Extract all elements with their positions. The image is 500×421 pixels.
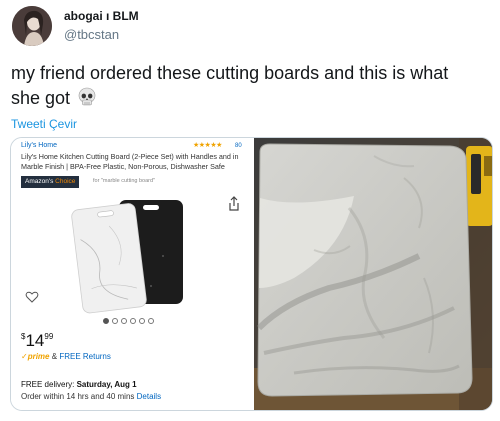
order-deadline: Order within 14 hrs and 40 mins Details <box>21 392 161 401</box>
carousel-dot[interactable] <box>130 318 136 324</box>
carousel-dot[interactable] <box>112 318 118 324</box>
received-board-photo[interactable] <box>254 138 492 410</box>
price-whole: 14 <box>25 331 45 350</box>
cutting-boards-image <box>71 200 183 314</box>
tweet-text: my friend ordered these cutting boards a… <box>11 61 481 114</box>
prime-amp: & <box>51 352 58 361</box>
delivery-prefix: FREE delivery: <box>21 380 75 389</box>
free-returns-link[interactable]: FREE Returns <box>59 352 111 361</box>
prime-logo: ✓prime <box>21 352 50 361</box>
profile-photo <box>12 6 52 46</box>
product-title: Lily's Home Kitchen Cutting Board (2-Pie… <box>21 152 239 171</box>
translate-tweet-link[interactable]: Tweeti Çevir <box>11 117 77 131</box>
amazon-listing-screenshot[interactable]: Lily's Home ★★★★★ 80 Lily's Home Kitchen… <box>11 138 253 410</box>
carousel-dot[interactable] <box>139 318 145 324</box>
order-text: Order within 14 hrs and 40 mins <box>21 392 135 401</box>
choice-for-text: for "marble cutting board" <box>93 178 155 184</box>
carousel-dot[interactable] <box>121 318 127 324</box>
rating-count: 80 <box>235 143 242 149</box>
avatar[interactable] <box>12 6 52 46</box>
rating-stars: ★★★★★ <box>193 142 222 149</box>
skull-emoji-icon <box>77 87 97 114</box>
yellow-tool <box>466 146 492 226</box>
product-price: $1499 <box>21 331 53 351</box>
choice-word: Choice <box>55 178 76 185</box>
carousel-dot[interactable] <box>103 318 109 324</box>
share-icon[interactable] <box>227 196 241 212</box>
prime-returns: ✓prime & FREE Returns <box>21 352 111 361</box>
amazons-choice-badge: Amazon's Choice <box>21 176 80 188</box>
white-marble-board <box>71 203 147 314</box>
delivery-date: Saturday, Aug 1 <box>76 380 137 389</box>
heart-icon[interactable] <box>25 290 39 304</box>
real-cutting-board-photo <box>254 138 492 410</box>
choice-prefix: Amazon's <box>25 178 54 185</box>
image-carousel-dots[interactable] <box>103 318 154 324</box>
tweet-media[interactable]: Lily's Home ★★★★★ 80 Lily's Home Kitchen… <box>10 137 493 411</box>
user-handle[interactable]: @tbcstan <box>64 27 119 42</box>
product-brand: Lily's Home <box>21 142 57 149</box>
tweet-header: abogai ı BLM @tbcstan <box>10 6 490 48</box>
carousel-dot[interactable] <box>148 318 154 324</box>
price-fraction: 99 <box>44 332 54 341</box>
display-name[interactable]: abogai ı BLM <box>64 9 139 23</box>
details-link[interactable]: Details <box>137 392 161 401</box>
delivery-info: FREE delivery: Saturday, Aug 1 <box>21 380 137 389</box>
